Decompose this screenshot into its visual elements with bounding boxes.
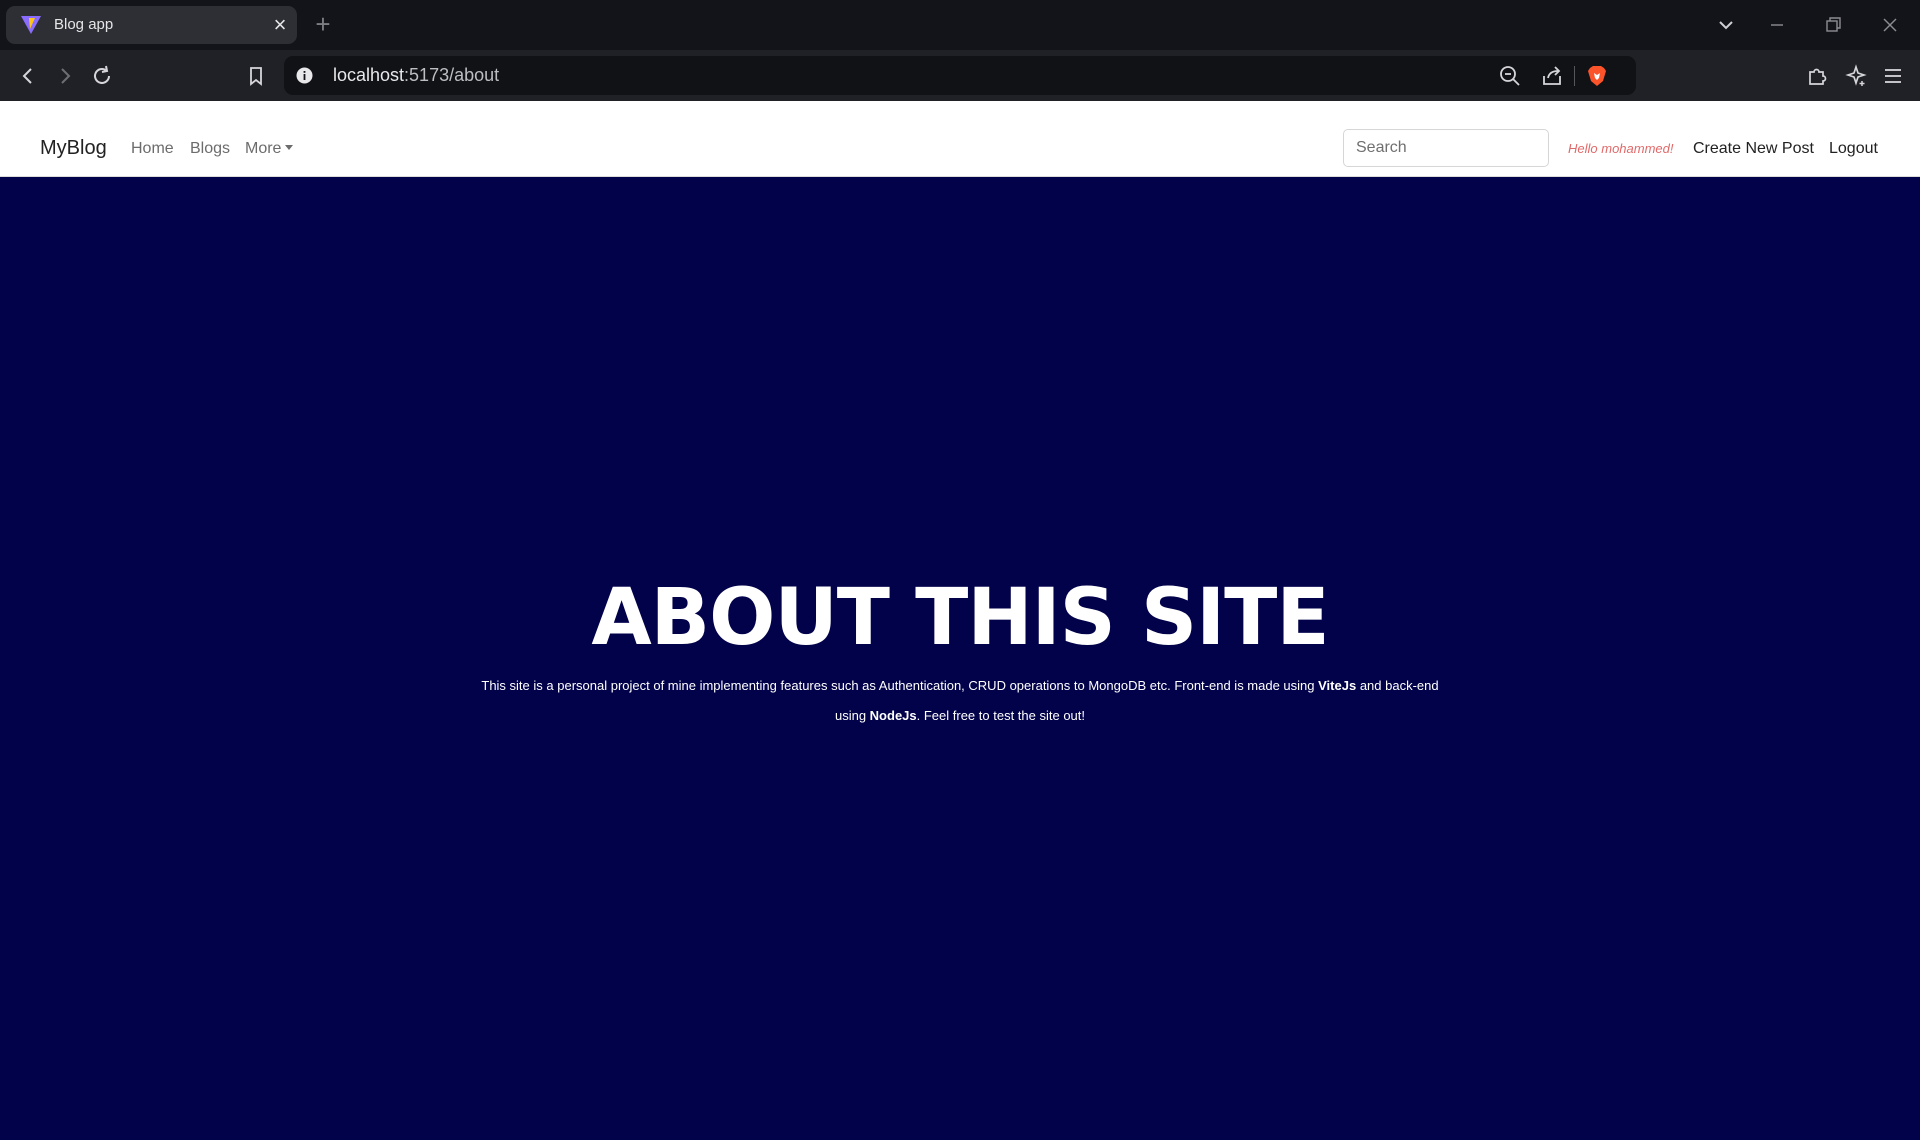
url-text[interactable]: localhost:5173/about	[333, 65, 499, 86]
close-window-icon[interactable]	[1877, 12, 1903, 38]
vite-logo-icon	[21, 16, 41, 34]
search-input[interactable]	[1343, 129, 1549, 167]
about-text-part3: . Feel free to test the site out!	[916, 708, 1086, 723]
nav-blogs-link[interactable]: Blogs	[190, 140, 230, 158]
reload-icon[interactable]	[88, 62, 116, 90]
url-path: :5173/about	[404, 65, 500, 85]
url-divider	[1574, 66, 1575, 86]
logout-link[interactable]: Logout	[1829, 140, 1878, 158]
about-hero: ABOUT THIS SITE This site is a personal …	[0, 178, 1920, 1140]
address-bar[interactable]: localhost:5173/about	[284, 56, 1636, 95]
site-info-icon[interactable]	[296, 67, 313, 84]
frontend-tech: ViteJs	[1318, 678, 1357, 693]
new-tab-icon[interactable]: +	[311, 11, 335, 37]
nav-more-label: More	[245, 140, 282, 157]
caret-down-icon	[285, 145, 294, 150]
minimize-icon[interactable]	[1764, 12, 1790, 38]
bookmark-icon[interactable]	[242, 62, 270, 90]
zoom-out-icon[interactable]	[1498, 64, 1522, 88]
forward-icon[interactable]	[51, 62, 79, 90]
restore-icon[interactable]	[1820, 12, 1846, 38]
share-icon[interactable]	[1540, 64, 1564, 88]
extensions-icon[interactable]	[1803, 62, 1831, 90]
leo-ai-icon[interactable]	[1842, 62, 1870, 90]
tab-title: Blog app	[54, 16, 114, 33]
url-host: localhost	[333, 65, 405, 85]
page-title: ABOUT THIS SITE	[591, 573, 1329, 663]
user-greeting: Hello mohammed!	[1568, 141, 1674, 156]
close-tab-icon[interactable]: ×	[269, 12, 291, 38]
about-text-part1: This site is a personal project of mine …	[481, 678, 1319, 693]
backend-tech: NodeJs	[869, 708, 917, 723]
browser-tab-bar: Blog app × +	[0, 0, 1920, 50]
nav-home-link[interactable]: Home	[131, 140, 174, 158]
brand-link[interactable]: MyBlog	[40, 137, 107, 160]
about-description: This site is a personal project of mine …	[470, 671, 1450, 731]
tab-list-chevron-icon[interactable]	[1713, 12, 1739, 38]
browser-tab[interactable]: Blog app ×	[6, 6, 297, 44]
site-navbar: MyBlog Home Blogs More Hello mohammed! C…	[0, 101, 1920, 177]
back-icon[interactable]	[14, 62, 42, 90]
browser-toolbar: localhost:5173/about	[0, 50, 1920, 101]
nav-more-dropdown[interactable]: More	[245, 140, 294, 158]
brave-shield-icon[interactable]	[1585, 64, 1609, 88]
create-new-post-link[interactable]: Create New Post	[1693, 140, 1814, 158]
menu-icon[interactable]	[1879, 62, 1907, 90]
